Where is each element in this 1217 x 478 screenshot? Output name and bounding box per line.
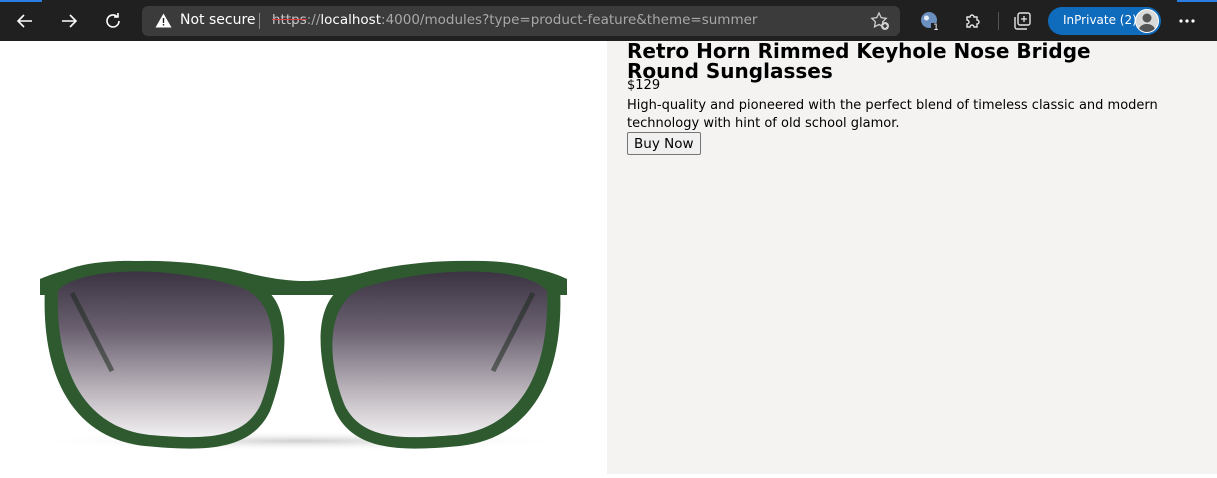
url-scheme: https	[272, 12, 307, 28]
refresh-icon	[106, 13, 120, 28]
inprivate-label: InPrivate (2)	[1063, 13, 1137, 27]
collections-icon[interactable]	[1012, 11, 1032, 31]
url-host: localhost	[320, 12, 382, 28]
more-options-icon[interactable]	[1176, 11, 1198, 31]
url-text[interactable]: https://localhost:4000/modules?type=prod…	[272, 12, 757, 29]
product-price: $129	[627, 78, 661, 93]
buy-now-button[interactable]: Buy Now	[627, 132, 701, 155]
toolbar-divider	[998, 12, 999, 30]
product-image	[0, 41, 607, 474]
tab-accent-line	[0, 0, 42, 2]
product-description: High-quality and pioneered with the perf…	[627, 98, 1158, 131]
browser-toolbar: Not secure https://localhost:4000/module…	[0, 0, 1217, 41]
refresh-button[interactable]	[98, 6, 128, 36]
back-button[interactable]	[10, 6, 40, 36]
arrow-right-icon	[62, 14, 78, 28]
security-status[interactable]: Not secure	[180, 12, 256, 29]
address-divider	[259, 13, 260, 29]
forward-button[interactable]	[54, 6, 84, 36]
product-title: Retro Horn Rimmed Keyhole Nose Bridge Ro…	[627, 39, 1091, 83]
product-info-panel: Retro Horn Rimmed Keyhole Nose Bridge Ro…	[607, 41, 1217, 474]
warning-icon[interactable]	[155, 13, 172, 28]
page-content: Retro Horn Rimmed Keyhole Nose Bridge Ro…	[0, 41, 1217, 474]
person-icon	[1138, 13, 1156, 32]
url-path: :4000/modules?type=product-feature&theme…	[381, 12, 758, 28]
url-separator: ://	[306, 12, 321, 28]
avatar	[1135, 9, 1159, 33]
extension-badge: 1	[931, 23, 941, 33]
tab-accent-line	[1177, 0, 1217, 2]
add-favorite-icon[interactable]	[870, 11, 890, 31]
arrow-left-icon	[16, 14, 32, 28]
puzzle-icon[interactable]	[963, 11, 983, 31]
sunglasses-image	[30, 260, 570, 451]
